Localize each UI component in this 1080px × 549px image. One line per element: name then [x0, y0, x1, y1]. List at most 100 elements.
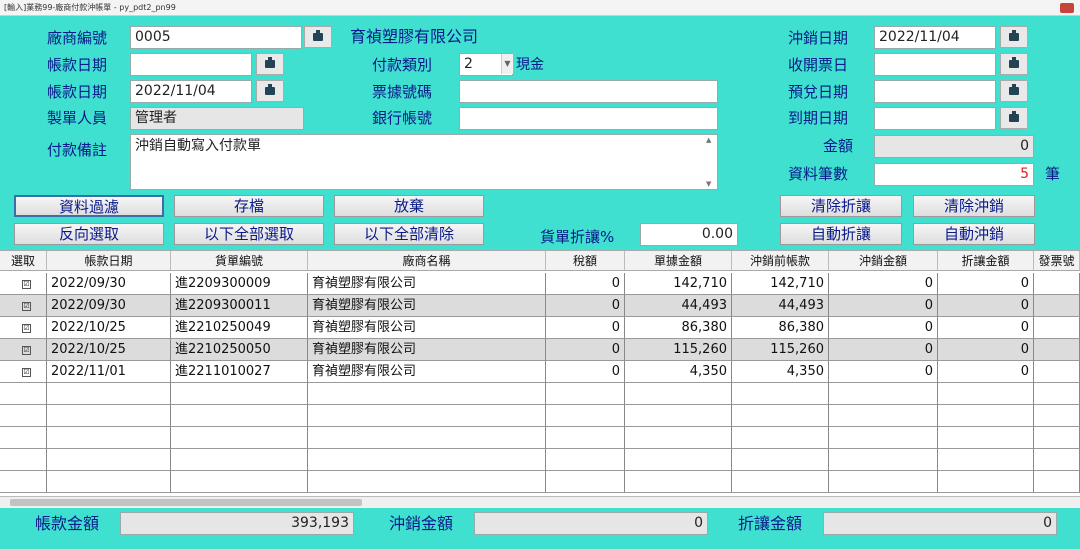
discount-percent-label: 貨單折讓% [540, 228, 615, 246]
discount-cell[interactable]: 0 [938, 361, 1034, 383]
clear-discount-button[interactable]: 清除折讓 [780, 195, 902, 217]
voucher-no-label: 票據號碼 [372, 83, 433, 101]
discount-cell[interactable]: 0 [938, 295, 1034, 317]
col-header-no[interactable]: 貨單編號 [171, 251, 308, 271]
table-row[interactable]: ☑ 2022/09/30 進2209300011 育禎塑膠有限公司 0 44,4… [0, 295, 1080, 317]
no-cell: 進2211010027 [171, 361, 308, 383]
vendor-cell: 育禎塑膠有限公司 [308, 273, 546, 295]
abandon-button[interactable]: 放棄 [334, 195, 484, 217]
writeoff-cell[interactable]: 0 [829, 317, 938, 339]
account-date2-calendar-button[interactable] [256, 80, 284, 102]
due-date-calendar-button[interactable] [1000, 107, 1028, 129]
account-total-field: 393,193 [120, 512, 354, 535]
calendar-icon [1009, 30, 1019, 41]
vendor-code-input[interactable]: 0005 [130, 26, 302, 49]
select-cell[interactable]: ☑ [0, 339, 47, 361]
account-date1-input[interactable] [130, 53, 252, 76]
pay-type-text: 現金 [516, 57, 544, 73]
account-date1-label: 帳款日期 [47, 56, 108, 74]
invoice-table: 選取 帳款日期 貨單編號 廠商名稱 稅額 單據金額 沖銷前帳款 沖銷金額 折讓金… [0, 250, 1080, 508]
before-cell: 86,380 [732, 317, 829, 339]
col-header-select[interactable]: 選取 [0, 251, 47, 271]
tax-cell: 0 [546, 339, 625, 361]
table-row[interactable]: ☑ 2022/10/25 進2210250049 育禎塑膠有限公司 0 86,3… [0, 317, 1080, 339]
bank-account-input[interactable] [459, 107, 718, 130]
writeoff-cell[interactable]: 0 [829, 361, 938, 383]
auto-discount-button[interactable]: 自動折讓 [780, 223, 902, 245]
close-window-button[interactable] [1060, 3, 1074, 13]
discount-percent-input[interactable]: 0.00 [640, 223, 738, 246]
tax-cell: 0 [546, 361, 625, 383]
expected-date-calendar-button[interactable] [1000, 80, 1028, 102]
tax-cell: 0 [546, 295, 625, 317]
chevron-down-icon[interactable]: ▼ [501, 54, 513, 74]
voucher-no-input[interactable] [459, 80, 718, 103]
discount-cell[interactable]: 0 [938, 273, 1034, 295]
horizontal-scrollbar[interactable] [0, 496, 1080, 508]
col-header-invoice[interactable]: 發票號 [1034, 251, 1080, 271]
amount-cell: 44,493 [625, 295, 732, 317]
discount-cell[interactable]: 0 [938, 339, 1034, 361]
select-cell[interactable]: ☑ [0, 295, 47, 317]
invoice-cell [1034, 361, 1080, 383]
issue-date-calendar-button[interactable] [1000, 53, 1028, 75]
checkbox-icon[interactable]: ☑ [22, 302, 31, 311]
writeoff-date-calendar-button[interactable] [1000, 26, 1028, 48]
issue-date-input[interactable] [874, 53, 996, 76]
checkbox-icon[interactable]: ☑ [22, 280, 31, 289]
date-cell: 2022/11/01 [47, 361, 171, 383]
scroll-down-icon[interactable]: ▼ [706, 180, 716, 188]
checkbox-icon[interactable]: ☑ [22, 368, 31, 377]
auto-writeoff-button[interactable]: 自動沖銷 [913, 223, 1035, 245]
no-cell: 進2210250049 [171, 317, 308, 339]
vendor-cell: 育禎塑膠有限公司 [308, 361, 546, 383]
clear-writeoff-button[interactable]: 清除沖銷 [913, 195, 1035, 217]
col-header-date[interactable]: 帳款日期 [47, 251, 171, 271]
writeoff-cell[interactable]: 0 [829, 295, 938, 317]
checkbox-icon[interactable]: ☑ [22, 346, 31, 355]
writeoff-cell[interactable]: 0 [829, 339, 938, 361]
note-label: 付款備註 [47, 141, 108, 159]
select-cell[interactable]: ☑ [0, 361, 47, 383]
clear-all-below-button[interactable]: 以下全部清除 [334, 223, 484, 245]
tax-cell: 0 [546, 273, 625, 295]
select-cell[interactable]: ☑ [0, 317, 47, 339]
amount-label: 金額 [823, 137, 854, 155]
writeoff-cell[interactable]: 0 [829, 273, 938, 295]
writeoff-date-label: 沖銷日期 [788, 29, 849, 47]
vendor-picker-button[interactable] [304, 26, 332, 48]
col-header-vendor[interactable]: 廠商名稱 [308, 251, 546, 271]
due-date-input[interactable] [874, 107, 996, 130]
col-header-amount[interactable]: 單據金額 [625, 251, 732, 271]
discount-cell[interactable]: 0 [938, 317, 1034, 339]
checkbox-icon[interactable]: ☑ [22, 324, 31, 333]
note-textarea[interactable]: 沖銷自動寫入付款單 [130, 134, 718, 190]
scrollbar-thumb[interactable] [10, 499, 362, 506]
no-cell: 進2210250050 [171, 339, 308, 361]
writeoff-date-input[interactable]: 2022/11/04 [874, 26, 996, 49]
select-cell[interactable]: ☑ [0, 273, 47, 295]
col-header-tax[interactable]: 稅額 [546, 251, 625, 271]
title-bar: [輸入]業務99-廠商付款沖帳單 - py_pdt2_pn99 [0, 0, 1080, 16]
calendar-icon [1009, 84, 1019, 95]
account-date2-input[interactable]: 2022/11/04 [130, 80, 252, 103]
table-row[interactable]: ☑ 2022/11/01 進2211010027 育禎塑膠有限公司 0 4,35… [0, 361, 1080, 383]
expected-date-input[interactable] [874, 80, 996, 103]
save-button[interactable]: 存檔 [174, 195, 324, 217]
due-date-label: 到期日期 [788, 109, 849, 127]
col-header-discount[interactable]: 折讓金額 [938, 251, 1034, 271]
pay-type-label: 付款類別 [372, 56, 433, 74]
col-header-before[interactable]: 沖銷前帳款 [732, 251, 829, 271]
issue-date-label: 收開票日 [788, 56, 849, 74]
scroll-up-icon[interactable]: ▲ [706, 136, 716, 144]
lookup-icon [313, 30, 323, 41]
select-all-below-button[interactable]: 以下全部選取 [174, 223, 324, 245]
before-cell: 142,710 [732, 273, 829, 295]
table-row[interactable]: ☑ 2022/10/25 進2210250050 育禎塑膠有限公司 0 115,… [0, 339, 1080, 361]
invoice-cell [1034, 295, 1080, 317]
reverse-select-button[interactable]: 反向選取 [14, 223, 164, 245]
table-row[interactable]: ☑ 2022/09/30 進2209300009 育禎塑膠有限公司 0 142,… [0, 273, 1080, 295]
account-date1-calendar-button[interactable] [256, 53, 284, 75]
filter-button[interactable]: 資料過濾 [14, 195, 164, 217]
col-header-writeoff[interactable]: 沖銷金額 [829, 251, 938, 271]
